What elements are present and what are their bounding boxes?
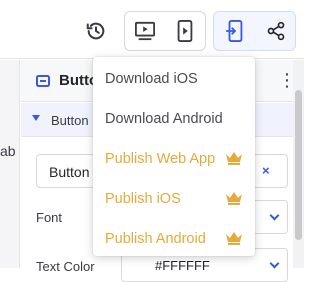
left-pane bbox=[0, 60, 20, 268]
mobile-export-button[interactable] bbox=[214, 12, 256, 50]
section-label: Button bbox=[51, 113, 89, 128]
button-component-icon bbox=[36, 75, 50, 87]
scrollbar-thumb[interactable] bbox=[295, 90, 302, 240]
crown-icon bbox=[226, 152, 242, 165]
chevron-down-icon bbox=[269, 258, 280, 269]
menu-item-download-ios[interactable]: Download iOS bbox=[93, 59, 255, 99]
left-pane-text: ab bbox=[0, 143, 16, 159]
share-button[interactable] bbox=[256, 12, 296, 50]
menu-item-publish-android[interactable]: Publish Android bbox=[93, 219, 255, 259]
preview-desktop-button[interactable] bbox=[125, 12, 165, 50]
menu-item-publish-ios[interactable]: Publish iOS bbox=[93, 179, 255, 219]
crown-icon bbox=[226, 192, 242, 205]
share-icon bbox=[267, 21, 285, 41]
menu-item-download-android[interactable]: Download Android bbox=[93, 99, 255, 139]
preview-mobile-button[interactable] bbox=[165, 12, 205, 50]
menu-item-label: Publish Android bbox=[105, 231, 206, 247]
export-group bbox=[213, 11, 296, 51]
preview-mobile-icon bbox=[177, 20, 193, 42]
text-color-label: Text Color bbox=[36, 259, 95, 274]
collapse-caret-icon bbox=[32, 115, 40, 121]
button-name-value: Button bbox=[49, 164, 90, 180]
history-icon bbox=[86, 22, 105, 40]
chevron-down-icon bbox=[269, 210, 280, 221]
clear-icon[interactable]: × bbox=[262, 163, 270, 178]
export-dropdown-menu: Download iOS Download Android Publish We… bbox=[93, 57, 255, 256]
menu-item-label: Publish Web App bbox=[105, 151, 216, 167]
text-color-value[interactable]: #FFFFFF bbox=[155, 258, 210, 273]
preview-desktop-icon bbox=[135, 21, 155, 41]
menu-item-label: Publish iOS bbox=[105, 191, 181, 207]
history-button[interactable] bbox=[74, 11, 118, 51]
menu-item-label: Download Android bbox=[105, 111, 223, 127]
preview-group bbox=[124, 11, 206, 51]
panel-scrollbar[interactable] bbox=[293, 60, 304, 268]
top-toolbar bbox=[0, 0, 304, 59]
mobile-export-icon bbox=[226, 20, 243, 42]
menu-item-publish-web-app[interactable]: Publish Web App bbox=[93, 139, 255, 179]
font-label: Font bbox=[36, 210, 63, 225]
menu-item-label: Download iOS bbox=[105, 71, 198, 87]
crown-icon bbox=[226, 232, 242, 245]
